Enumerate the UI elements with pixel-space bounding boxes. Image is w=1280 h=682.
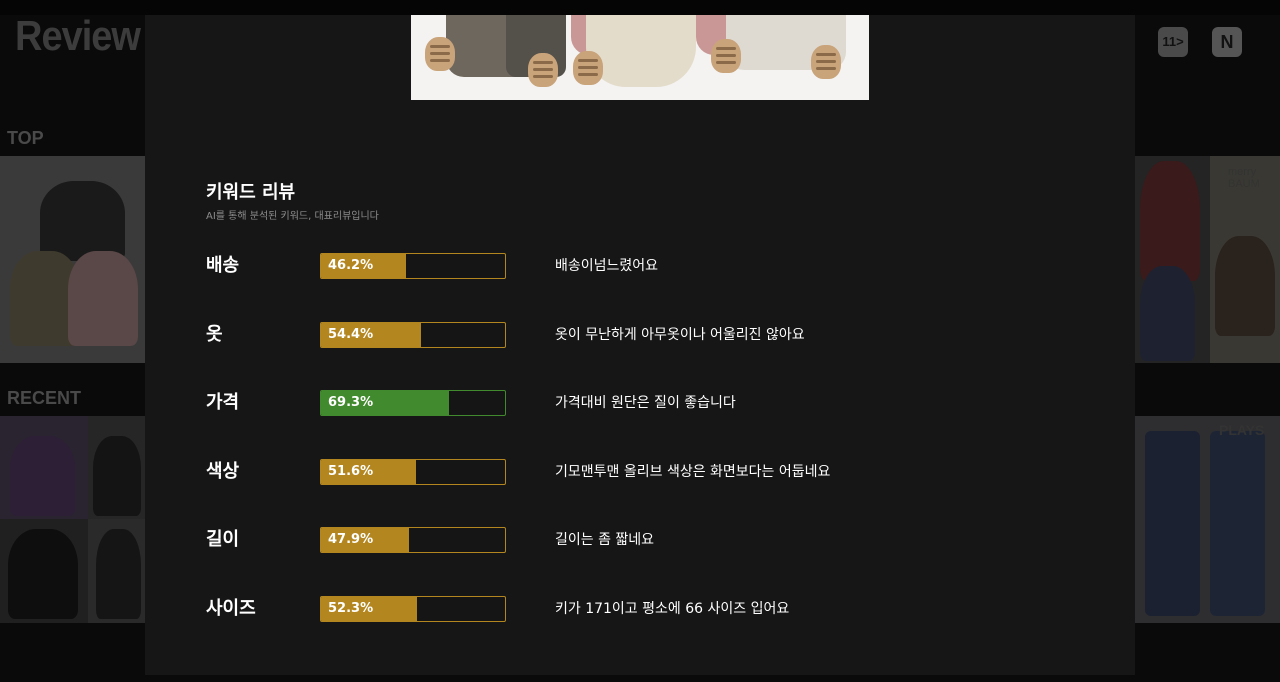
keyword-review-title: 키워드 리뷰 xyxy=(206,182,296,203)
keyword-score-bar: 54.4% xyxy=(320,322,506,348)
keyword-row: 가격 69.3% 가격대비 원단은 질이 좋습니다 xyxy=(145,390,1135,416)
keyword-score-label: 52.3% xyxy=(328,601,374,616)
keyword-name: 배송 xyxy=(206,255,240,276)
product-thumbnail[interactable]: PLAYS xyxy=(1135,416,1280,623)
product-thumbnail[interactable] xyxy=(0,156,145,363)
keyword-row: 색상 51.6% 기모맨투맨 올리브 색상은 화면보다는 어둡네요 xyxy=(145,459,1135,485)
product-thumbnail[interactable] xyxy=(88,519,145,623)
keyword-representative-review: 기모맨투맨 올리브 색상은 화면보다는 어둡네요 xyxy=(555,464,831,480)
keyword-representative-review: 배송이넘느렸어요 xyxy=(555,258,659,274)
keyword-representative-review: 길이는 좀 짧네요 xyxy=(555,532,655,548)
brand-watermark: PLAYS xyxy=(1219,422,1265,438)
review-modal: 키워드 리뷰 AI를 통해 분석된 키워드, 대표리뷰입니다 배송 46.2% 배송… xyxy=(145,15,1135,675)
keyword-name: 색상 xyxy=(206,461,240,482)
keyword-row: 길이 47.9% 길이는 좀 짧네요 xyxy=(145,527,1135,553)
keyword-name: 옷 xyxy=(206,324,223,345)
keyword-name: 사이즈 xyxy=(206,598,256,619)
keyword-row: 사이즈 52.3% 키가 171이고 평소에 66 사이즈 입어요 xyxy=(145,596,1135,622)
keyword-review-subtitle: AI를 통해 분석된 키워드, 대표리뷰입니다 xyxy=(206,211,379,222)
keyword-score-bar: 47.9% xyxy=(320,527,506,553)
keyword-score-bar: 69.3% xyxy=(320,390,506,416)
brand-watermark: merry BAUM xyxy=(1228,166,1260,190)
keyword-score-label: 47.9% xyxy=(328,532,374,547)
product-thumbnail[interactable] xyxy=(0,519,88,623)
keyword-name: 길이 xyxy=(206,529,240,550)
product-image xyxy=(411,15,869,100)
product-thumbnail[interactable]: merry BAUM xyxy=(1210,156,1280,363)
section-title-recent: RECENT xyxy=(7,388,82,408)
keyword-score-bar: 46.2% xyxy=(320,253,506,279)
keyword-score-bar: 52.3% xyxy=(320,596,506,622)
keyword-name: 가격 xyxy=(206,392,240,413)
section-title-top: TOP xyxy=(7,128,44,148)
keyword-representative-review: 가격대비 원단은 질이 좋습니다 xyxy=(555,395,736,411)
product-thumbnail[interactable] xyxy=(88,416,145,519)
keyword-score-label: 46.2% xyxy=(328,258,374,273)
product-thumbnail[interactable] xyxy=(1135,156,1210,363)
product-thumbnail[interactable] xyxy=(0,416,88,519)
naver-store-icon[interactable]: N xyxy=(1212,27,1242,57)
keyword-row: 배송 46.2% 배송이넘느렸어요 xyxy=(145,253,1135,279)
11st-store-icon[interactable]: 11> xyxy=(1158,27,1188,57)
keyword-score-label: 51.6% xyxy=(328,464,374,479)
top-bar xyxy=(0,0,1280,15)
keyword-score-label: 54.4% xyxy=(328,327,374,342)
keyword-score-label: 69.3% xyxy=(328,395,374,410)
keyword-representative-review: 키가 171이고 평소에 66 사이즈 입어요 xyxy=(555,601,790,617)
keyword-row: 옷 54.4% 옷이 무난하게 아무옷이나 어울리진 않아요 xyxy=(145,322,1135,348)
keyword-score-bar: 51.6% xyxy=(320,459,506,485)
keyword-representative-review: 옷이 무난하게 아무옷이나 어울리진 않아요 xyxy=(555,327,805,343)
